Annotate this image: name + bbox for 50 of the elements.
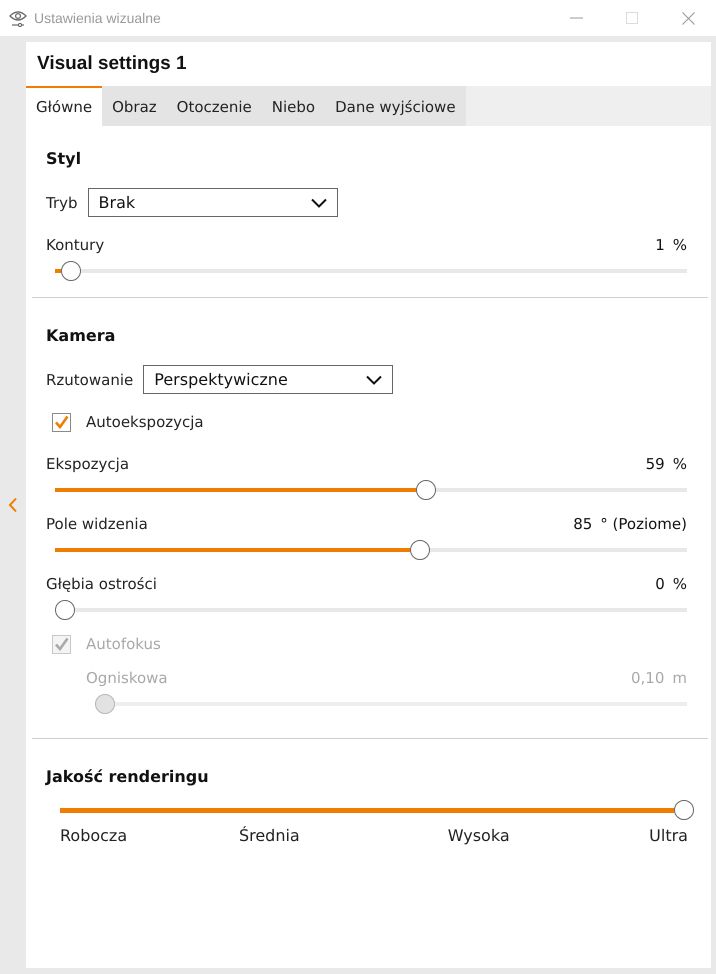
close-icon[interactable] xyxy=(682,12,694,24)
step-label: Robocza xyxy=(60,826,128,846)
slider-thumb[interactable] xyxy=(55,600,75,620)
dropdown[interactable]: Perspektywiczne xyxy=(143,365,394,394)
tab[interactable]: Niebo xyxy=(262,86,326,126)
dropdown[interactable]: Brak xyxy=(88,188,338,217)
panel-title: Visual settings 1 xyxy=(37,53,187,75)
slider-value: 0,10 xyxy=(630,668,664,688)
slider-label: Ogniskowa xyxy=(86,668,168,688)
checkmark-icon xyxy=(54,636,69,652)
checkbox-label: Autoekspozycja xyxy=(86,412,204,432)
slider-thumb[interactable] xyxy=(674,800,694,820)
slider-fill xyxy=(55,269,62,273)
slider-value: 0 xyxy=(655,574,665,594)
slider-label: Pole widzenia xyxy=(46,514,148,534)
tab[interactable]: Obraz xyxy=(102,86,167,126)
slider-label: Głębia ostrości xyxy=(46,574,157,594)
section-heading: Styl xyxy=(46,149,82,169)
checkbox-label: Autofokus xyxy=(86,634,161,654)
slider-label: Kontury xyxy=(46,235,104,255)
tab[interactable]: Dane wyjściowe xyxy=(325,86,466,126)
field-label: Tryb xyxy=(46,192,78,212)
tab[interactable]: Otoczenie xyxy=(166,86,262,126)
unit-label: % xyxy=(672,235,687,255)
slider-value: 85 xyxy=(573,514,592,534)
slider-thumb[interactable] xyxy=(61,261,82,281)
window-title: Ustawienia wizualne xyxy=(34,10,161,26)
slider-value: 1 xyxy=(655,235,665,255)
minimize-icon[interactable] xyxy=(570,17,582,19)
checkmark-icon xyxy=(54,414,69,430)
eye-icon xyxy=(9,9,27,27)
step-label: Ultra xyxy=(649,826,688,846)
chevron-down-icon xyxy=(310,198,327,208)
unit-label: ° (Poziome) xyxy=(600,514,687,534)
step-label: Średnia xyxy=(238,826,300,846)
chevron-left-icon[interactable] xyxy=(8,497,18,513)
unit-label: % xyxy=(672,574,687,594)
section-heading: Kamera xyxy=(46,326,116,346)
chevron-down-icon xyxy=(366,374,382,384)
field-label: Rzutowanie xyxy=(46,370,134,390)
slider-thumb[interactable] xyxy=(416,480,436,500)
step-label: Wysoka xyxy=(448,826,510,846)
slider-value: 59 xyxy=(646,454,665,474)
unit-label: % xyxy=(672,454,687,474)
tab[interactable]: Główne xyxy=(26,86,102,126)
slider-label: Ekspozycja xyxy=(46,454,130,474)
slider-thumb[interactable] xyxy=(410,540,430,560)
unit-label: m xyxy=(672,668,687,688)
checkbox[interactable] xyxy=(52,412,71,432)
section-heading: Jakość renderingu xyxy=(46,767,210,787)
